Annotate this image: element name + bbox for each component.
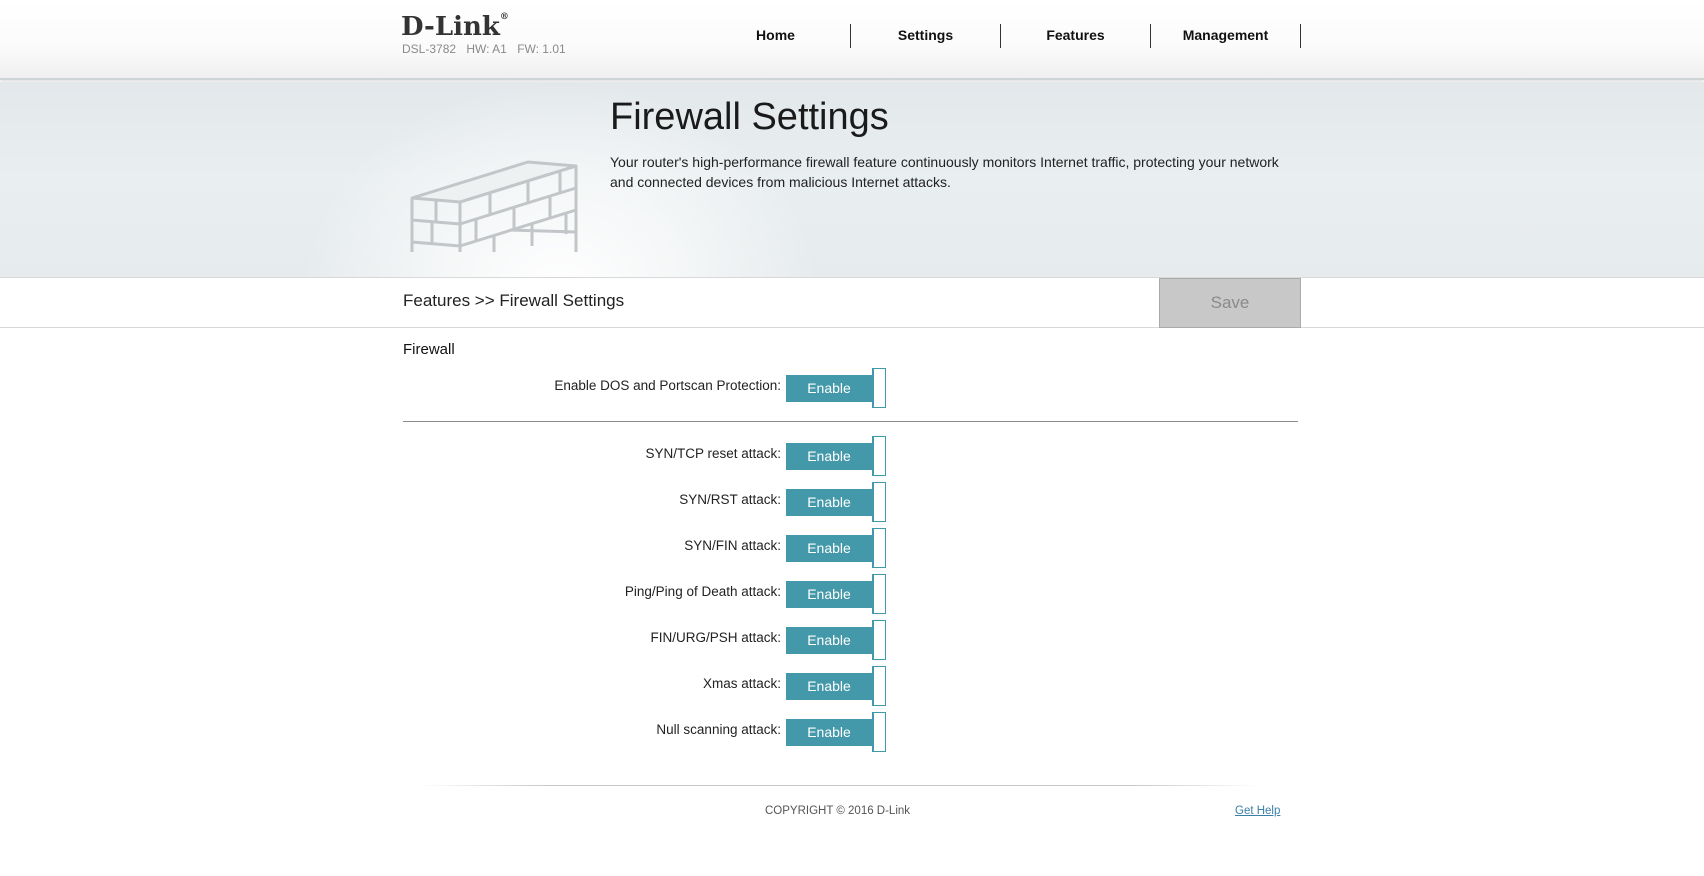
top-header: D-Link® DSL-3782 HW: A1 FW: 1.01 Home Se… (0, 0, 1704, 80)
xmas-row: Xmas attack: Enable (0, 666, 1704, 706)
nav-settings[interactable]: Settings (851, 24, 1001, 48)
fin-urg-psh-label: FIN/URG/PSH attack: (650, 630, 781, 645)
toggle-state: Enable (786, 443, 872, 470)
section-title-firewall: Firewall (403, 341, 455, 358)
footer-divider (420, 785, 1260, 786)
toggle-state: Enable (786, 535, 872, 562)
toggle-handle (872, 712, 886, 752)
toggle-state: Enable (786, 489, 872, 516)
nav-features[interactable]: Features (1001, 24, 1151, 48)
toggle-handle (872, 368, 886, 408)
firmware-version: FW: 1.01 (517, 42, 566, 56)
page-description: Your router's high-performance firewall … (610, 154, 1279, 190)
toggle-state: Enable (786, 627, 872, 654)
section-divider (403, 421, 1298, 422)
toggle-handle (872, 436, 886, 476)
get-help-link[interactable]: Get Help (1235, 805, 1280, 817)
page-title: Firewall Settings (610, 96, 889, 138)
toggle-state: Enable (786, 375, 872, 402)
nav-home[interactable]: Home (701, 24, 851, 48)
syn-tcp-reset-row: SYN/TCP reset attack: Enable (0, 436, 1704, 476)
ping-of-death-row: Ping/Ping of Death attack: Enable (0, 574, 1704, 614)
toggle-state: Enable (786, 673, 872, 700)
device-info: DSL-3782 HW: A1 FW: 1.01 (402, 42, 573, 56)
toggle-handle (872, 528, 886, 568)
copyright-text: COPYRIGHT © 2016 D-Link (765, 805, 911, 817)
xmas-toggle[interactable]: Enable (786, 666, 886, 706)
ping-of-death-label: Ping/Ping of Death attack: (624, 584, 781, 599)
toggle-handle (872, 620, 886, 660)
toggle-handle (872, 666, 886, 706)
fin-urg-psh-row: FIN/URG/PSH attack: Enable (0, 620, 1704, 660)
breadcrumb-bar: Features >> Firewall Settings Save (0, 277, 1704, 328)
syn-rst-label: SYN/RST attack: (679, 492, 781, 507)
breadcrumb: Features >> Firewall Settings (403, 291, 625, 310)
model-number: DSL-3782 (402, 42, 457, 56)
page-banner: Firewall Settings Your router's high-per… (0, 82, 1704, 277)
main-nav: Home Settings Features Management (701, 24, 1301, 48)
hardware-version: HW: A1 (466, 42, 507, 56)
nav-management[interactable]: Management (1151, 24, 1301, 48)
save-button[interactable]: Save (1159, 278, 1301, 328)
syn-rst-row: SYN/RST attack: Enable (0, 482, 1704, 522)
toggle-handle (872, 574, 886, 614)
fin-urg-psh-toggle[interactable]: Enable (786, 620, 886, 660)
syn-tcp-reset-label: SYN/TCP reset attack: (645, 446, 781, 461)
syn-fin-row: SYN/FIN attack: Enable (0, 528, 1704, 568)
syn-fin-label: SYN/FIN attack: (684, 538, 781, 553)
brick-wall-icon (410, 160, 578, 252)
syn-tcp-reset-toggle[interactable]: Enable (786, 436, 886, 476)
syn-fin-toggle[interactable]: Enable (786, 528, 886, 568)
dos-portscan-row: Enable DOS and Portscan Protection: Enab… (0, 368, 1704, 408)
null-scanning-toggle[interactable]: Enable (786, 712, 886, 752)
toggle-state: Enable (786, 719, 872, 746)
ping-of-death-toggle[interactable]: Enable (786, 574, 886, 614)
null-scanning-label: Null scanning attack: (656, 722, 781, 737)
dos-portscan-label: Enable DOS and Portscan Protection: (554, 378, 781, 393)
toggle-state: Enable (786, 581, 872, 608)
syn-rst-toggle[interactable]: Enable (786, 482, 886, 522)
dlink-logo: D-Link® (401, 12, 509, 42)
xmas-label: Xmas attack: (702, 676, 781, 691)
toggle-handle (872, 482, 886, 522)
null-scanning-row: Null scanning attack: Enable (0, 712, 1704, 752)
dos-portscan-toggle[interactable]: Enable (786, 368, 886, 408)
